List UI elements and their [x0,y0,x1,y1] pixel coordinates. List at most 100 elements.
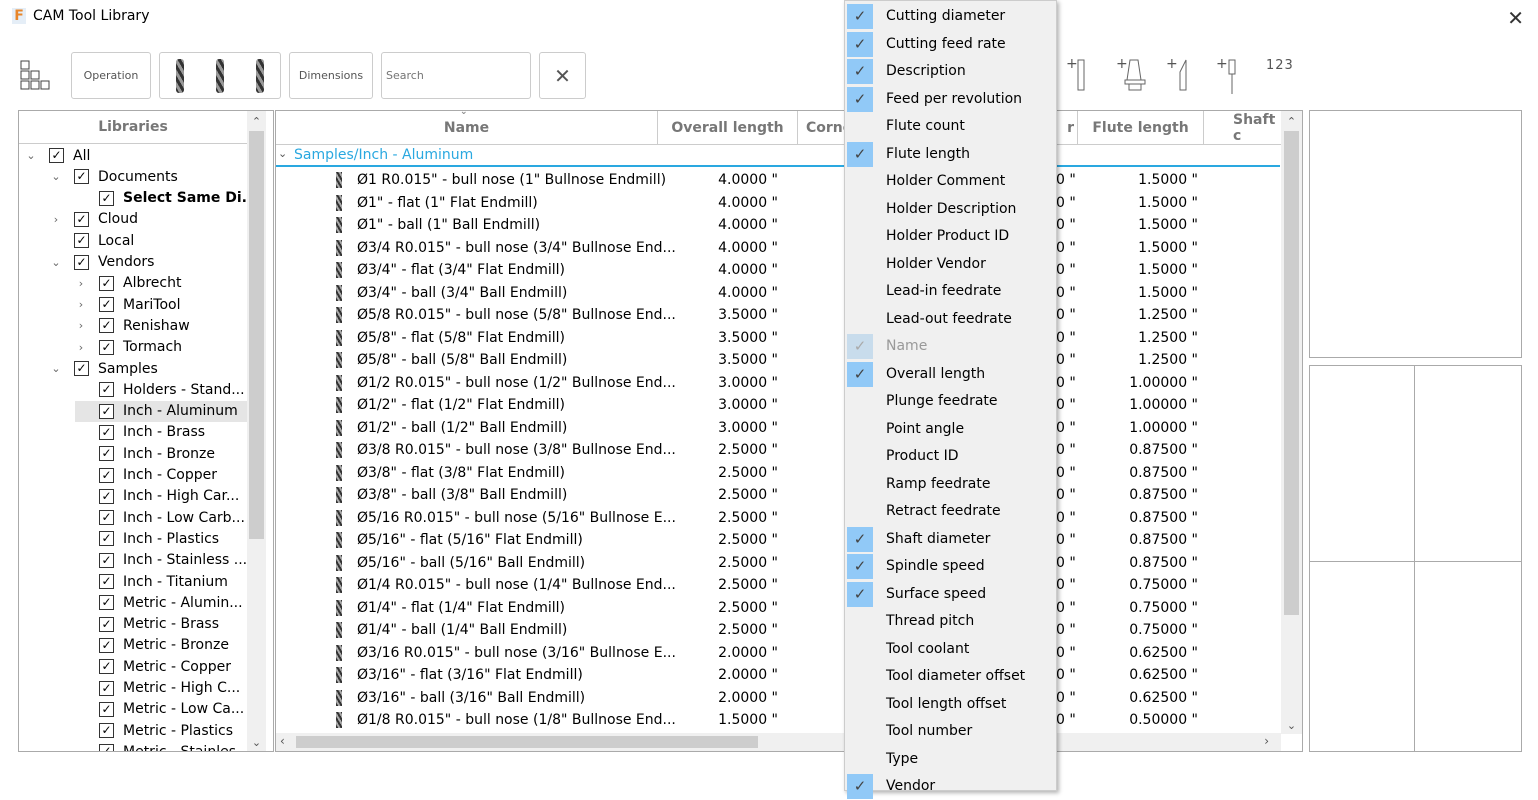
table-row[interactable]: Ø3/16 R0.015" - bull nose (3/16" Bullnos… [276,642,1280,664]
menu-item[interactable]: Holder Description [845,196,1056,223]
library-item[interactable]: › ✓ MariTool [75,294,181,315]
menu-item[interactable]: Tool length offset [845,691,1056,718]
checkbox[interactable]: ✓ [99,531,114,547]
checkbox[interactable]: ✓ [99,318,114,334]
dimensions-filter-button[interactable]: Dimensions [289,52,373,99]
table-row[interactable]: Ø1/4 R0.015" - bull nose (1/4" Bullnose … [276,574,1280,596]
checkbox[interactable]: ✓ [74,254,89,270]
checkbox[interactable]: ✓ [74,211,89,227]
checkbox[interactable]: ✓ [99,701,114,717]
library-item[interactable]: ✓ Inch - Plastics [75,528,219,549]
table-row[interactable]: Ø1" - flat (1" Flat Endmill) 4.0000 " 0 … [276,192,1280,214]
library-item[interactable]: ✓ Inch - Titanium [75,571,228,592]
menu-item[interactable]: ✓ Overall length [845,361,1056,388]
table-row[interactable]: Ø1/2" - ball (1/2" Ball Endmill) 3.0000 … [276,417,1280,439]
library-item[interactable]: ✓ Metric - Low Ca... [75,699,244,720]
menu-item[interactable]: ✓ Flute length [845,141,1056,168]
menu-item[interactable]: ✓ Feed per revolution [845,86,1056,113]
renumber-tools-button[interactable]: 123 [1266,58,1294,73]
library-item[interactable]: › ✓ Renishaw [75,315,190,336]
library-item[interactable]: ✓ Inch - Low Carb... [75,507,245,528]
column-header-overall-length[interactable]: Overall length [658,111,798,144]
scrollbar-thumb[interactable] [1284,131,1299,615]
chevron-down-icon[interactable]: ⌄ [50,256,62,269]
table-row[interactable]: Ø5/8" - ball (5/8" Ball Endmill) 3.5000 … [276,349,1280,371]
chevron-down-icon[interactable]: ⌄ [278,147,287,160]
checkbox[interactable]: ✓ [99,424,114,440]
checkbox[interactable]: ✓ [99,488,114,504]
library-item[interactable]: ✓ Metric - High C... [75,678,240,699]
menu-item[interactable]: Flute count [845,113,1056,140]
checkbox[interactable]: ✓ [99,403,114,419]
menu-item[interactable]: Tool number [845,718,1056,745]
table-row[interactable]: Ø1/8 R0.015" - bull nose (1/8" Bullnose … [276,709,1280,731]
menu-item[interactable]: Lead-in feedrate [845,278,1056,305]
menu-item[interactable]: ✓ Name [845,333,1056,360]
chevron-right-icon[interactable]: › [75,298,87,311]
checkbox[interactable]: ✓ [99,552,114,568]
scrollbar-thumb[interactable] [296,736,758,748]
checkbox[interactable]: ✓ [99,723,114,739]
menu-item[interactable]: Tool coolant [845,636,1056,663]
checkbox[interactable]: ✓ [99,382,114,398]
menu-item[interactable]: ✓ Cutting feed rate [845,31,1056,58]
checkbox[interactable]: ✓ [49,148,64,163]
checkbox[interactable]: ✓ [99,659,114,675]
menu-item[interactable]: Holder Product ID [845,223,1056,250]
table-vertical-scrollbar[interactable]: ⌃ ⌄ [1281,111,1302,734]
table-row[interactable]: Ø1/2 R0.015" - bull nose (1/2" Bullnose … [276,372,1280,394]
checkbox[interactable]: ✓ [99,339,114,355]
menu-item[interactable]: Retract feedrate [845,498,1056,525]
library-item[interactable]: ✓ Metric - Bronze [75,635,229,656]
scroll-up-icon[interactable]: ⌃ [1281,111,1302,131]
table-row[interactable]: Ø5/16" - ball (5/16" Ball Endmill) 2.500… [276,552,1280,574]
checkbox[interactable]: ✓ [99,297,114,313]
library-item[interactable]: › ✓ Cloud [50,209,138,230]
table-row[interactable]: Ø5/8" - flat (5/8" Flat Endmill) 3.5000 … [276,327,1280,349]
scroll-right-icon[interactable]: › [1264,734,1269,748]
library-item[interactable]: › ✓ Tormach [75,337,182,358]
library-item[interactable]: ✓ Inch - Bronze [75,443,215,464]
table-horizontal-scrollbar[interactable]: ‹ › [276,733,1281,751]
menu-item[interactable]: Type [845,746,1056,773]
library-item[interactable]: ✓ Select Same Di... [75,188,247,209]
table-row[interactable]: Ø3/8 R0.015" - bull nose (3/8" Bullnose … [276,439,1280,461]
table-row[interactable]: Ø1" - ball (1" Ball Endmill) 4.0000 " 0 … [276,214,1280,236]
table-row[interactable]: Ø1/2" - flat (1/2" Flat Endmill) 3.0000 … [276,394,1280,416]
chevron-down-icon[interactable]: ⌄ [50,170,62,183]
column-header-shaft-diameter[interactable]: Shaft c [1204,111,1282,144]
table-row[interactable]: Ø1 R0.015" - bull nose (1" Bullnose Endm… [276,169,1280,191]
checkbox[interactable]: ✓ [99,574,114,589]
close-icon[interactable]: ✕ [1507,6,1524,30]
menu-item[interactable]: Lead-out feedrate [845,306,1056,333]
table-row[interactable]: Ø3/4" - flat (3/4" Flat Endmill) 4.0000 … [276,259,1280,281]
table-row[interactable]: Ø3/16" - ball (3/16" Ball Endmill) 2.000… [276,687,1280,709]
menu-item[interactable]: ✓ Description [845,58,1056,85]
scrollbar-thumb[interactable] [249,131,264,539]
library-item[interactable]: ✓ Metric - Stainles... [75,741,247,751]
chevron-down-icon[interactable]: ⌄ [25,149,37,162]
library-item[interactable]: ✓ Metric - Alumin... [75,592,243,613]
checkbox[interactable]: ✓ [99,616,114,632]
checkbox[interactable]: ✓ [99,637,114,653]
menu-item[interactable]: ✓ Vendor [845,773,1056,800]
table-row[interactable]: Ø3/16" - flat (3/16" Flat Endmill) 2.000… [276,664,1280,686]
menu-item[interactable]: Holder Comment [845,168,1056,195]
menu-item[interactable]: Product ID [845,443,1056,470]
checkbox[interactable]: ✓ [99,744,114,751]
menu-item[interactable]: ✓ Surface speed [845,581,1056,608]
library-item[interactable]: ⌄ ✓ Vendors [50,252,154,273]
library-item[interactable]: ✓ Metric - Copper [75,656,231,677]
chevron-right-icon[interactable]: › [75,319,87,332]
menu-item[interactable]: Plunge feedrate [845,388,1056,415]
menu-item[interactable]: Tool diameter offset [845,663,1056,690]
library-item[interactable]: ✓ Inch - Stainless ... [75,550,247,571]
library-item[interactable]: ✓ Inch - Copper [75,465,217,486]
library-item[interactable]: ⌄ ✓ Samples [50,358,157,379]
menu-item[interactable]: Holder Vendor [845,251,1056,278]
library-item[interactable]: ✓ Holders - Stand... [75,379,245,400]
checkbox[interactable]: ✓ [74,169,89,185]
add-probe-icon[interactable]: + [1216,56,1242,100]
library-item[interactable]: ✓ Metric - Plastics [75,720,233,741]
menu-item[interactable]: Thread pitch [845,608,1056,635]
